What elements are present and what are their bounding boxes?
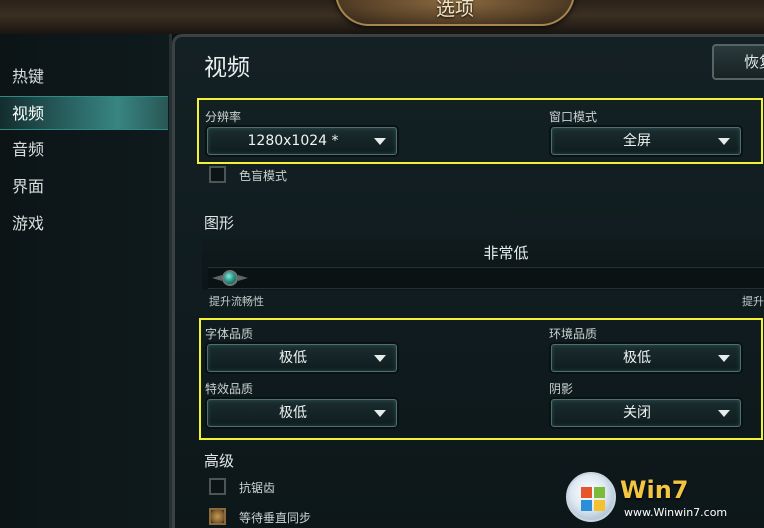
graphics-slider-track[interactable] [208,267,764,289]
shadows-dropdown[interactable]: 关闭 [551,399,741,427]
graphics-section-title: 图形 [204,214,235,232]
slider-thumb-gem [222,270,238,286]
chevron-down-icon [718,410,730,417]
antialias-label: 抗锯齿 [239,481,276,495]
chevron-down-icon [718,138,730,145]
antialias-checkbox[interactable] [209,478,226,495]
graphics-level-value: 非常低 [483,244,529,262]
page-title: 视频 [204,55,250,81]
window-mode-value: 全屏 [623,133,651,149]
sidebar-item-hotkeys[interactable]: 热键 [0,60,168,94]
effects-quality-dropdown[interactable]: 极低 [207,399,397,427]
text-quality-value: 极低 [279,350,307,366]
advanced-section-title: 高级 [204,452,235,470]
chevron-down-icon [718,355,730,362]
effects-quality-label: 特效品质 [205,382,254,396]
text-quality-label: 字体品质 [205,327,254,341]
sidebar-item-game[interactable]: 游戏 [0,207,168,241]
chevron-down-icon [374,410,386,417]
resolution-value: 1280x1024 * [247,133,339,149]
environment-quality-dropdown[interactable]: 极低 [551,344,741,372]
chevron-down-icon [374,355,386,362]
effects-quality-value: 极低 [279,405,307,421]
watermark: Win7 www.Winwin7.com [566,470,764,528]
windows-logo-icon [566,472,616,522]
restore-defaults-button[interactable]: 恢复 [712,44,764,80]
window-title: 选项 [435,0,474,20]
colorblind-checkbox[interactable] [209,166,226,183]
resolution-label: 分辨率 [205,110,242,124]
chevron-down-icon [374,138,386,145]
colorblind-label: 色盲模式 [239,169,288,183]
slider-left-label: 提升流畅性 [209,295,264,308]
resolution-dropdown[interactable]: 1280x1024 * [207,127,397,155]
watermark-brand: Win7 [620,476,689,504]
slider-right-label: 提升 [742,295,764,308]
watermark-url: www.Winwin7.com [624,506,728,519]
slider-thumb-right-wing [238,275,248,281]
vsync-checkbox[interactable] [209,508,226,525]
environment-quality-label: 环境品质 [549,327,598,341]
sidebar-item-video[interactable]: 视频 [0,96,168,130]
window-mode-label: 窗口模式 [549,110,598,124]
slider-thumb-left-wing [212,275,222,281]
text-quality-dropdown[interactable]: 极低 [207,344,397,372]
vsync-label: 等待垂直同步 [239,511,312,525]
shadows-label: 阴影 [549,382,574,396]
windows-flag [581,487,605,511]
sidebar-item-interface[interactable]: 界面 [0,170,168,204]
environment-quality-value: 极低 [623,350,651,366]
shadows-value: 关闭 [623,405,651,421]
sidebar: 热键 视频 音频 界面 游戏 [0,34,172,528]
gem-slider-thumb-icon[interactable] [210,266,250,290]
window-mode-dropdown[interactable]: 全屏 [551,127,741,155]
sidebar-item-audio[interactable]: 音频 [0,133,168,167]
